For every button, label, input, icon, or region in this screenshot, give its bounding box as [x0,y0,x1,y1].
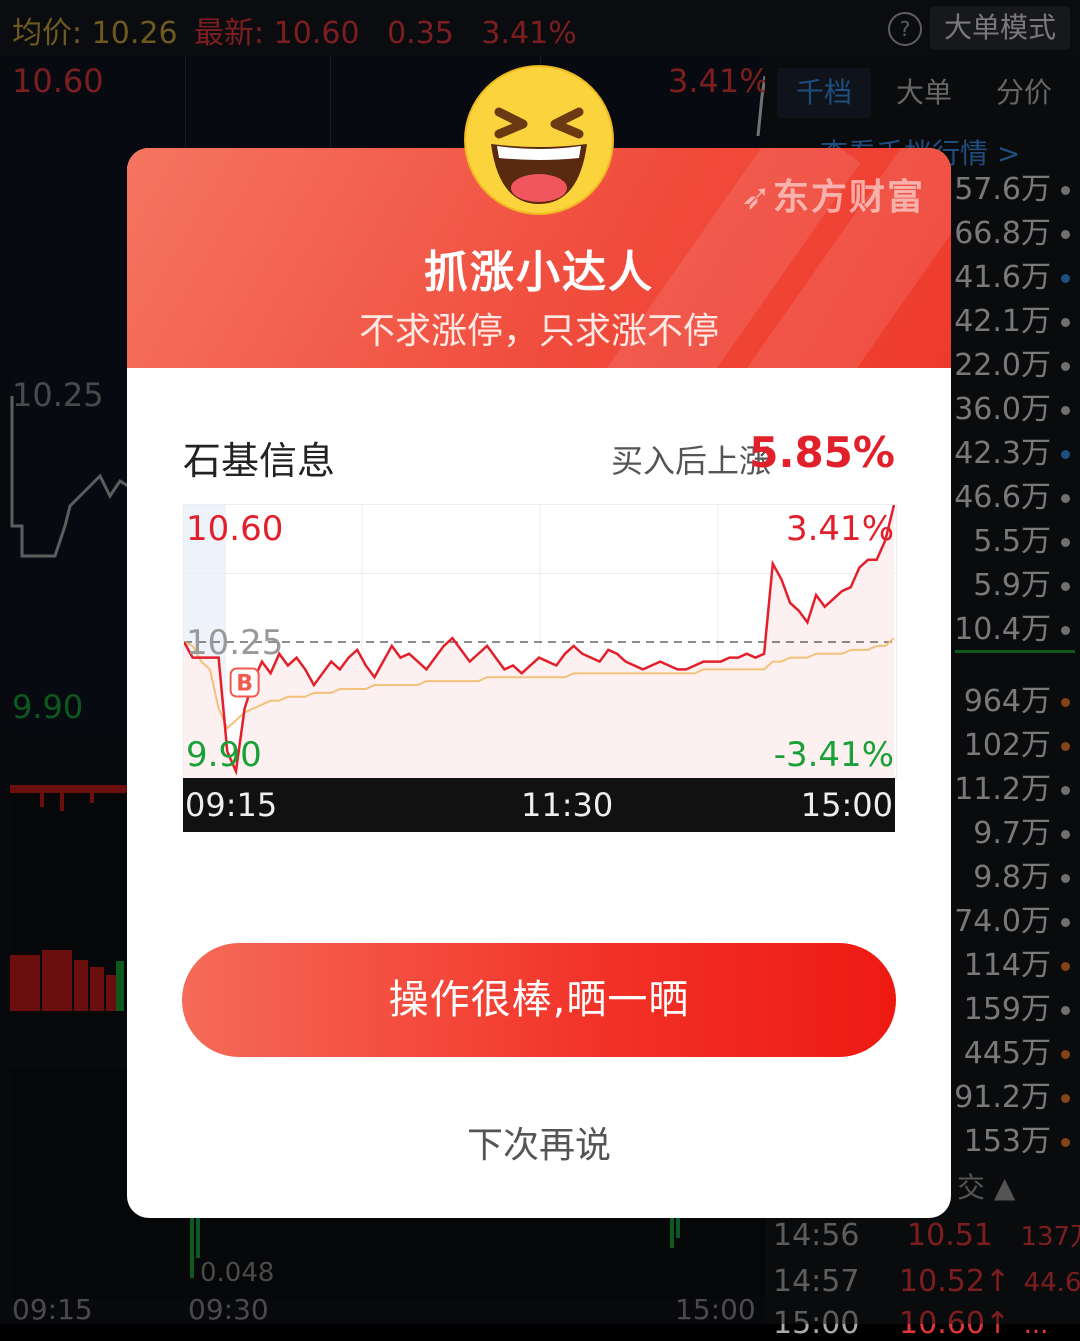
chart-tick-label: 15:00 [800,786,893,824]
gain-label: 买入后上涨 [610,442,771,480]
dismiss-later-button[interactable]: 下次再说 [127,1116,951,1168]
chart-tick-label: 10.25 [186,623,284,663]
brand-logo: ➶东方财富 [741,168,925,220]
chart-tick-label: -3.41% [773,735,894,775]
laughing-face-icon [464,65,614,215]
chart-tick-label: 9.90 [186,735,262,775]
chart-tick-label: 10.60 [186,509,284,549]
brand-name: 东方财富 [772,177,925,218]
chart-tick-label: 3.41% [785,509,894,549]
chart-tick-label: 09:15 [185,786,278,824]
modal-subtitle: 不求涨停，只求涨不停 [358,311,719,352]
modal-title: 抓涨小达人 [424,247,654,298]
mini-price-chart: B 10.60 3.41% 10.25 9.90 -3.41% [183,504,897,780]
mini-chart-time-axis: 09:15 11:30 15:00 [183,778,895,832]
buy-marker-label: B [236,672,253,697]
buy-marker-icon: B [229,667,260,698]
share-button[interactable]: 操作很棒,晒一晒 [182,943,896,1057]
gain-value: 5.85% [749,428,895,477]
stock-name: 石基信息 [183,439,336,483]
brand-mark-icon: ➶ [740,177,773,218]
chart-tick-label: 11:30 [521,786,614,824]
achievement-modal: ➶东方财富 抓涨小达人 不求涨停，只求涨不停 石基信息 买入后上涨 5.85% … [127,148,951,1218]
